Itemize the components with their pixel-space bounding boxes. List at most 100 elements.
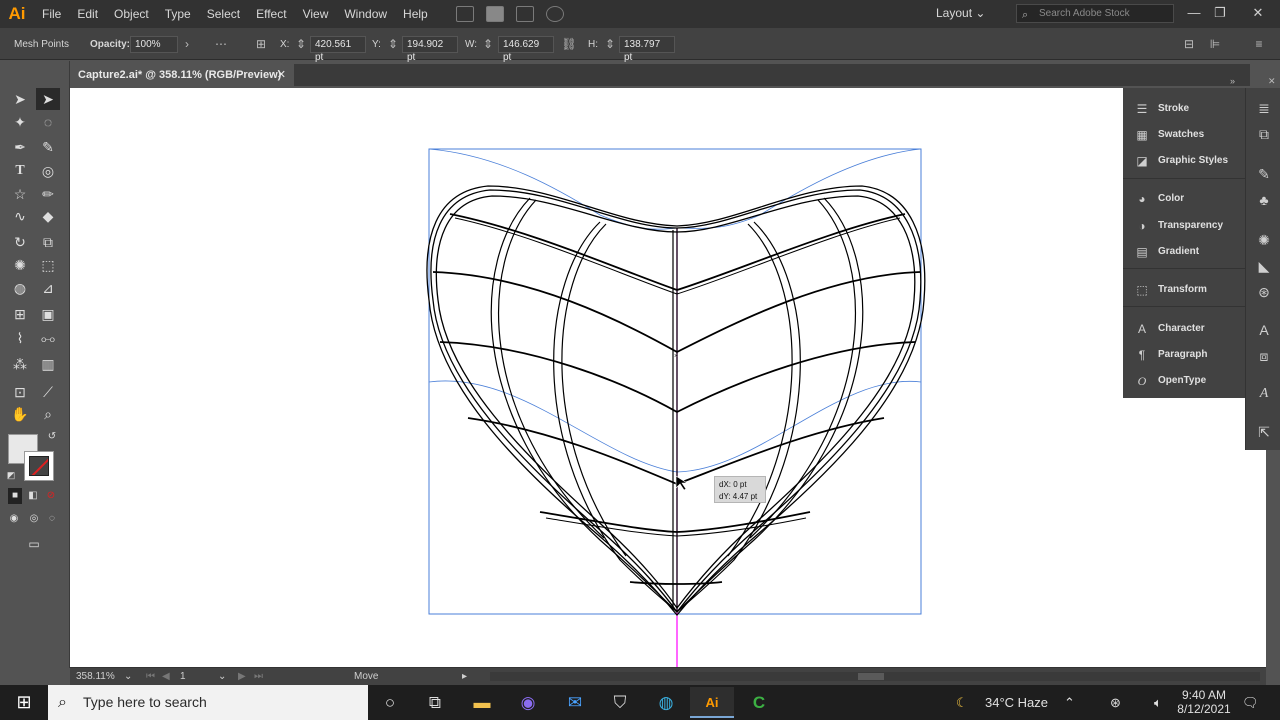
perspective-grid-tool-icon[interactable]: ⊿ <box>36 277 60 299</box>
selection-tool-icon[interactable]: ➤ <box>8 88 32 110</box>
paragraph-styles-icon[interactable]: A <box>1254 384 1274 404</box>
document-tab[interactable]: Capture2.ai* @ 358.11% (RGB/Preview) ✕ <box>70 64 294 86</box>
start-button[interactable]: ⊞ <box>0 685 48 720</box>
menu-edit[interactable]: Edit <box>69 0 106 28</box>
restore-button[interactable]: ❐ <box>1210 3 1230 23</box>
menu-effect[interactable]: Effect <box>248 0 294 28</box>
panel-menu-icon[interactable]: ≡ <box>1250 36 1268 52</box>
next-artboard-icon[interactable]: ▶ <box>238 671 246 682</box>
workspace-switcher[interactable]: Layout ⌄ <box>936 6 985 20</box>
y-field[interactable]: 194.902 pt <box>402 36 458 63</box>
panel-character[interactable]: A Character <box>1123 318 1245 342</box>
draw-inside-icon[interactable]: ◌ <box>44 511 60 527</box>
character-styles-icon[interactable]: ⧈ <box>1254 346 1274 366</box>
scrollbar-thumb[interactable] <box>858 673 884 680</box>
warp-tool-icon[interactable]: ✺ <box>8 254 32 276</box>
gradient-tool-icon[interactable]: ▣ <box>36 303 60 325</box>
close-panels-icon[interactable]: ✕ <box>1268 76 1276 87</box>
symbol-sprayer-tool-icon[interactable]: ⁂ <box>8 353 32 375</box>
camtasia-icon[interactable]: C <box>737 687 781 718</box>
zoom-level[interactable]: 358.11% <box>76 671 115 682</box>
y-stepper-icon[interactable]: ⇕ <box>387 36 399 52</box>
panel-graphic-styles[interactable]: ◪ Graphic Styles <box>1123 150 1245 174</box>
chrome-icon[interactable]: ◉ <box>506 687 550 718</box>
pathfinder-icon[interactable]: ◣ <box>1254 256 1274 276</box>
show-hidden-icons-icon[interactable]: ⌃ <box>1064 685 1075 720</box>
direct-selection-tool-icon[interactable]: ➤ <box>36 88 60 110</box>
align-panel-icon[interactable]: ⊫ <box>1206 36 1224 52</box>
panel-color[interactable]: ◕ Color <box>1123 188 1245 212</box>
type-tool-icon[interactable]: T <box>8 160 32 182</box>
artboard-tool-icon[interactable]: ⊡ <box>8 381 32 403</box>
menu-file[interactable]: File <box>34 0 69 28</box>
menu-window[interactable]: Window <box>336 0 395 28</box>
menu-type[interactable]: Type <box>157 0 199 28</box>
volume-icon[interactable]: 🔈︎ <box>1154 685 1162 720</box>
appearance-icon[interactable]: ✺ <box>1254 230 1274 250</box>
draw-behind-icon[interactable]: ◎ <box>26 511 42 527</box>
w-field[interactable]: 146.629 pt <box>498 36 554 63</box>
panel-paragraph[interactable]: ¶ Paragraph <box>1123 344 1245 368</box>
h-field[interactable]: 138.797 pt <box>619 36 675 63</box>
x-stepper-icon[interactable]: ⇕ <box>295 36 307 52</box>
h-stepper-icon[interactable]: ⇕ <box>604 36 616 52</box>
w-stepper-icon[interactable]: ⇕ <box>482 36 494 52</box>
clock[interactable]: 9:40 AM 8/12/2021 <box>1176 685 1232 720</box>
close-tab-icon[interactable]: ✕ <box>277 64 286 86</box>
default-fill-stroke-icon[interactable]: ◩ <box>4 468 18 482</box>
edge-icon[interactable]: ◍ <box>644 687 688 718</box>
status-menu-icon[interactable]: ▸ <box>462 671 467 682</box>
transform-options-icon[interactable]: ⊟ <box>1180 36 1198 52</box>
close-window-button[interactable]: ✕ <box>1248 3 1268 23</box>
artboard-canvas[interactable]: × <box>70 88 1266 667</box>
swap-fill-stroke-icon[interactable]: ↺ <box>44 429 60 445</box>
hand-tool-icon[interactable]: ✋ <box>8 403 32 425</box>
weather-text[interactable]: 34°C Haze <box>985 685 1048 720</box>
panel-stroke[interactable]: ☰ Stroke <box>1123 98 1245 122</box>
gpu-performance-icon[interactable] <box>545 6 564 22</box>
stock-icon[interactable] <box>485 6 504 22</box>
rotate-tool-icon[interactable]: ↻ <box>8 231 32 253</box>
gradient-mode-icon[interactable]: ◧ <box>26 488 40 504</box>
cortana-icon[interactable]: ○ <box>368 687 412 718</box>
properties-icon[interactable]: ≣ <box>1254 98 1274 118</box>
menu-help[interactable]: Help <box>395 0 436 28</box>
scale-tool-icon[interactable]: ⧉ <box>36 231 60 253</box>
artboard-number[interactable]: 1 <box>180 671 186 682</box>
store-icon[interactable]: ⛉ <box>598 687 642 718</box>
lasso-tool-icon[interactable]: ◌ <box>36 111 60 133</box>
taskbar-search[interactable]: ⌕ Type here to search <box>48 685 368 720</box>
draw-mode-icon[interactable]: ◉ <box>6 511 22 527</box>
layers-icon[interactable]: ⧉ <box>1254 124 1274 144</box>
horizontal-scrollbar[interactable] <box>490 672 1260 681</box>
pen-tool-icon[interactable]: ✒ <box>8 136 32 158</box>
curvature-tool-icon[interactable]: ✎ <box>36 136 60 158</box>
link-proportions-icon[interactable]: ⛓ <box>560 36 578 52</box>
eraser-tool-icon[interactable]: ◆ <box>36 205 60 227</box>
brushes-icon[interactable]: ✎ <box>1254 164 1274 184</box>
star-tool-icon[interactable]: ☆ <box>8 183 32 205</box>
symbols-icon[interactable]: ♣ <box>1254 190 1274 210</box>
illustrator-taskbar-icon[interactable]: Ai <box>690 687 734 718</box>
notifications-icon[interactable]: 🗨︎ <box>1242 685 1259 720</box>
magic-wand-tool-icon[interactable]: ✦ <box>8 111 32 133</box>
color-mode-icon[interactable]: ■ <box>8 488 22 504</box>
panel-opentype[interactable]: O OpenType <box>1123 370 1245 394</box>
panel-gradient[interactable]: ▤ Gradient <box>1123 241 1245 265</box>
shaper-tool-icon[interactable]: ∿ <box>8 205 32 227</box>
file-explorer-icon[interactable]: ▬ <box>460 687 504 718</box>
artboard-dropdown-icon[interactable]: ⌄ <box>218 671 226 682</box>
last-artboard-icon[interactable]: ⏭ <box>254 671 263 682</box>
paintbrush-tool-icon[interactable]: ✏ <box>36 183 60 205</box>
panel-transform[interactable]: ⬚ Transform <box>1123 279 1245 303</box>
none-mode-icon[interactable]: ⊘ <box>44 488 58 504</box>
minimize-button[interactable]: — <box>1184 3 1204 23</box>
x-field[interactable]: 420.561 pt <box>310 36 366 63</box>
libraries-icon[interactable]: ⊛ <box>1254 282 1274 302</box>
spiral-tool-icon[interactable]: ◎ <box>36 160 60 182</box>
bridge-icon[interactable] <box>455 6 474 22</box>
task-view-icon[interactable]: ⧉ <box>413 687 457 718</box>
screen-mode-icon[interactable]: ▭ <box>22 535 46 553</box>
weather-icon[interactable]: ☾ <box>956 685 968 720</box>
eyedropper-tool-icon[interactable]: ⌇ <box>8 327 32 349</box>
